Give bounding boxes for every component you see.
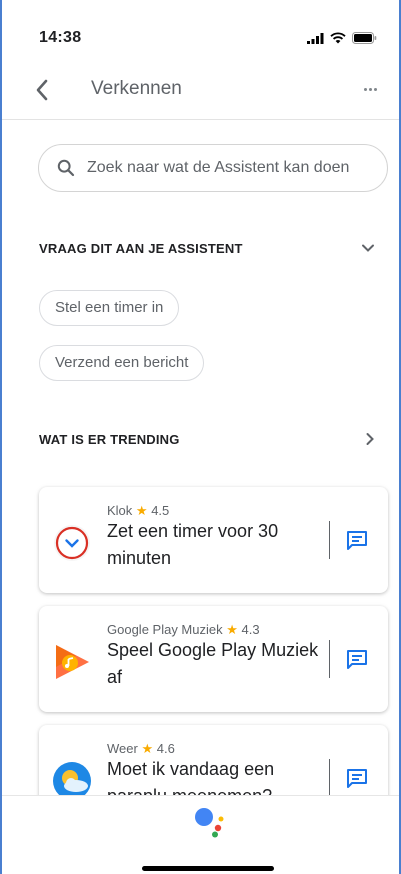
chat-bubble-icon[interactable] <box>346 530 368 550</box>
card-rating: 4.3 <box>241 622 260 637</box>
assistant-logo-icon[interactable] <box>190 806 230 840</box>
more-options-icon[interactable] <box>364 88 377 91</box>
top-app-bar: Verkennen <box>2 70 399 120</box>
search-icon <box>57 159 75 177</box>
chevron-right-icon[interactable] <box>365 432 375 446</box>
card-divider <box>329 521 330 559</box>
card-text: Zet een timer voor 30 minuten <box>107 521 279 568</box>
phone-screen: 14:38 Verkennen Zoek naar wat de Assiste… <box>0 0 401 874</box>
chat-bubble-icon[interactable] <box>346 768 368 788</box>
card-app-meta: Klok ★ 4.5 <box>107 503 169 519</box>
back-arrow-icon[interactable] <box>32 76 54 104</box>
chat-bubble-icon[interactable] <box>346 649 368 669</box>
card-app-meta: Google Play Muziek ★ 4.3 <box>107 622 260 638</box>
wifi-icon <box>330 32 346 44</box>
card-rating: 4.5 <box>151 503 170 518</box>
signal-icon <box>307 32 324 44</box>
status-bar: 14:38 <box>2 0 399 70</box>
card-rating: 4.6 <box>156 741 175 756</box>
card-divider <box>329 759 330 797</box>
bottom-bar <box>2 795 399 874</box>
card-divider <box>329 640 330 678</box>
status-time: 14:38 <box>39 29 82 46</box>
suggestion-chip[interactable]: Verzend een bericht <box>39 345 205 381</box>
page-title: Verkennen <box>91 78 182 99</box>
trending-section-heading: WAT IS ER TRENDING <box>39 432 180 447</box>
trending-card[interactable]: Google Play Muziek ★ 4.3 Speel Google Pl… <box>39 606 388 712</box>
card-text: Speel Google Play Muziek af <box>107 640 319 687</box>
search-input[interactable]: Zoek naar wat de Assistent kan doen <box>38 144 388 192</box>
card-app-meta: Weer ★ 4.6 <box>107 741 175 757</box>
star-icon: ★ <box>135 503 148 518</box>
clock-icon <box>54 525 90 561</box>
search-placeholder: Zoek naar wat de Assistent kan doen <box>87 159 350 176</box>
chevron-down-icon[interactable] <box>361 243 375 253</box>
play-music-icon <box>56 645 89 679</box>
trending-card[interactable]: Klok ★ 4.5 Zet een timer voor 30 minuten <box>39 487 388 593</box>
home-indicator[interactable] <box>142 866 274 871</box>
card-app-name: Klok <box>107 503 133 518</box>
card-app-name: Weer <box>107 741 138 756</box>
suggestion-chip[interactable]: Stel een timer in <box>39 290 180 326</box>
star-icon: ★ <box>141 741 154 756</box>
battery-icon <box>352 32 377 44</box>
star-icon: ★ <box>226 622 238 637</box>
status-icons <box>307 32 377 44</box>
card-app-name: Google Play Muziek <box>107 622 223 637</box>
ask-section-heading: VRAAG DIT AAN JE ASSISTENT <box>39 241 243 256</box>
